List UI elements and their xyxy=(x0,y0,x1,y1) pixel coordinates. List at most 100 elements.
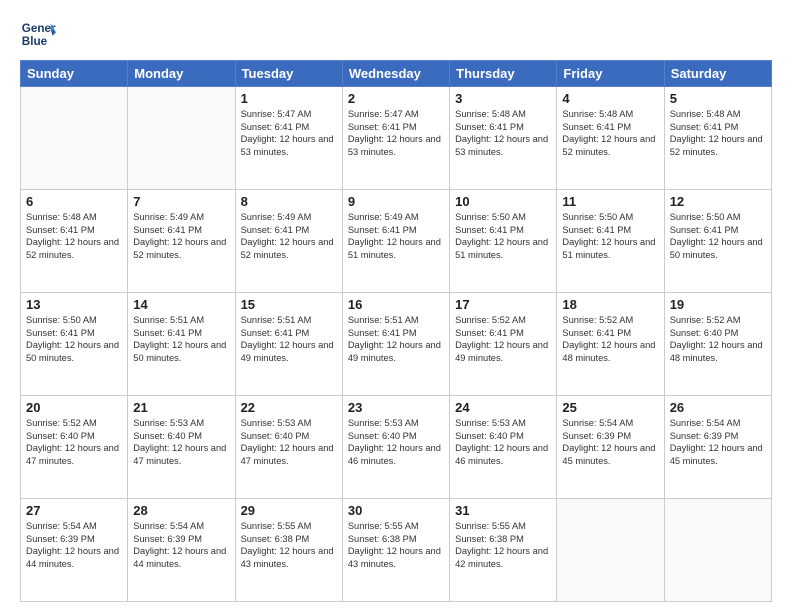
day-info: Sunrise: 5:52 AM Sunset: 6:41 PM Dayligh… xyxy=(455,314,551,364)
calendar-cell: 20Sunrise: 5:52 AM Sunset: 6:40 PM Dayli… xyxy=(21,396,128,499)
day-number: 4 xyxy=(562,91,658,106)
day-info: Sunrise: 5:51 AM Sunset: 6:41 PM Dayligh… xyxy=(241,314,337,364)
day-info: Sunrise: 5:48 AM Sunset: 6:41 PM Dayligh… xyxy=(562,108,658,158)
weekday-header-monday: Monday xyxy=(128,61,235,87)
day-number: 5 xyxy=(670,91,766,106)
calendar-cell xyxy=(128,87,235,190)
day-number: 26 xyxy=(670,400,766,415)
day-info: Sunrise: 5:53 AM Sunset: 6:40 PM Dayligh… xyxy=(241,417,337,467)
day-info: Sunrise: 5:51 AM Sunset: 6:41 PM Dayligh… xyxy=(133,314,229,364)
calendar-cell: 10 Sunrise: 5:50 AM Sunset: 6:41 PM Dayli… xyxy=(450,190,557,293)
calendar-cell: 22 Sunrise: 5:53 AM Sunset: 6:40 PM Dayli… xyxy=(235,396,342,499)
calendar-cell: 7 Sunrise: 5:49 AM Sunset: 6:41 PM Daylig… xyxy=(128,190,235,293)
calendar-cell: 21 Sunrise: 5:53 AM Sunset: 6:40 PM Dayli… xyxy=(128,396,235,499)
day-info: Sunrise: 5:55 AM Sunset: 6:38 PM Dayligh… xyxy=(455,520,551,570)
calendar-cell: 2 Sunrise: 5:47 AM Sunset: 6:41 PM Daylig… xyxy=(342,87,449,190)
day-number: 7 xyxy=(133,194,229,209)
calendar-cell: 27Sunrise: 5:54 AM Sunset: 6:39 PM Dayli… xyxy=(21,499,128,602)
calendar-cell: 1 Sunrise: 5:47 AM Sunset: 6:41 PM Daylig… xyxy=(235,87,342,190)
calendar-cell: 28 Sunrise: 5:54 AM Sunset: 6:39 PM Dayli… xyxy=(128,499,235,602)
day-info: Sunrise: 5:49 AM Sunset: 6:41 PM Dayligh… xyxy=(133,211,229,261)
day-number: 18 xyxy=(562,297,658,312)
day-info: Sunrise: 5:55 AM Sunset: 6:38 PM Dayligh… xyxy=(241,520,337,570)
calendar-cell: 29 Sunrise: 5:55 AM Sunset: 6:38 PM Dayli… xyxy=(235,499,342,602)
day-info: Sunrise: 5:52 AM Sunset: 6:40 PM Dayligh… xyxy=(670,314,766,364)
day-number: 23 xyxy=(348,400,444,415)
calendar-cell: 4 Sunrise: 5:48 AM Sunset: 6:41 PM Daylig… xyxy=(557,87,664,190)
calendar-cell xyxy=(21,87,128,190)
svg-text:Blue: Blue xyxy=(22,35,48,48)
day-number: 1 xyxy=(241,91,337,106)
day-number: 22 xyxy=(241,400,337,415)
day-info: Sunrise: 5:47 AM Sunset: 6:41 PM Dayligh… xyxy=(241,108,337,158)
day-info: Sunrise: 5:53 AM Sunset: 6:40 PM Dayligh… xyxy=(133,417,229,467)
day-info: Sunrise: 5:48 AM Sunset: 6:41 PM Dayligh… xyxy=(455,108,551,158)
day-number: 30 xyxy=(348,503,444,518)
calendar-cell: 14 Sunrise: 5:51 AM Sunset: 6:41 PM Dayli… xyxy=(128,293,235,396)
calendar-cell: 15 Sunrise: 5:51 AM Sunset: 6:41 PM Dayli… xyxy=(235,293,342,396)
day-info: Sunrise: 5:54 AM Sunset: 6:39 PM Dayligh… xyxy=(26,520,122,570)
day-number: 9 xyxy=(348,194,444,209)
day-number: 13 xyxy=(26,297,122,312)
calendar-cell: 25 Sunrise: 5:54 AM Sunset: 6:39 PM Dayli… xyxy=(557,396,664,499)
weekday-header-thursday: Thursday xyxy=(450,61,557,87)
day-info: Sunrise: 5:50 AM Sunset: 6:41 PM Dayligh… xyxy=(562,211,658,261)
calendar-cell: 30 Sunrise: 5:55 AM Sunset: 6:38 PM Dayli… xyxy=(342,499,449,602)
day-info: Sunrise: 5:49 AM Sunset: 6:41 PM Dayligh… xyxy=(348,211,444,261)
day-info: Sunrise: 5:48 AM Sunset: 6:41 PM Dayligh… xyxy=(26,211,122,261)
day-number: 24 xyxy=(455,400,551,415)
weekday-header-tuesday: Tuesday xyxy=(235,61,342,87)
day-info: Sunrise: 5:54 AM Sunset: 6:39 PM Dayligh… xyxy=(670,417,766,467)
weekday-header-wednesday: Wednesday xyxy=(342,61,449,87)
calendar-cell xyxy=(664,499,771,602)
day-number: 19 xyxy=(670,297,766,312)
day-info: Sunrise: 5:55 AM Sunset: 6:38 PM Dayligh… xyxy=(348,520,444,570)
day-info: Sunrise: 5:49 AM Sunset: 6:41 PM Dayligh… xyxy=(241,211,337,261)
day-number: 20 xyxy=(26,400,122,415)
day-info: Sunrise: 5:47 AM Sunset: 6:41 PM Dayligh… xyxy=(348,108,444,158)
day-number: 25 xyxy=(562,400,658,415)
calendar-cell: 17 Sunrise: 5:52 AM Sunset: 6:41 PM Dayli… xyxy=(450,293,557,396)
day-number: 29 xyxy=(241,503,337,518)
day-number: 3 xyxy=(455,91,551,106)
day-number: 14 xyxy=(133,297,229,312)
weekday-header-sunday: Sunday xyxy=(21,61,128,87)
weekday-header-saturday: Saturday xyxy=(664,61,771,87)
day-info: Sunrise: 5:52 AM Sunset: 6:41 PM Dayligh… xyxy=(562,314,658,364)
day-info: Sunrise: 5:48 AM Sunset: 6:41 PM Dayligh… xyxy=(670,108,766,158)
day-number: 2 xyxy=(348,91,444,106)
week-row-2: 6 Sunrise: 5:48 AM Sunset: 6:41 PM Daylig… xyxy=(21,190,772,293)
day-info: Sunrise: 5:53 AM Sunset: 6:40 PM Dayligh… xyxy=(455,417,551,467)
calendar-cell: 31Sunrise: 5:55 AM Sunset: 6:38 PM Dayli… xyxy=(450,499,557,602)
calendar-cell: 19 Sunrise: 5:52 AM Sunset: 6:40 PM Dayli… xyxy=(664,293,771,396)
day-number: 17 xyxy=(455,297,551,312)
day-info: Sunrise: 5:51 AM Sunset: 6:41 PM Dayligh… xyxy=(348,314,444,364)
weekday-header-friday: Friday xyxy=(557,61,664,87)
calendar-cell: 9 Sunrise: 5:49 AM Sunset: 6:41 PM Daylig… xyxy=(342,190,449,293)
day-number: 28 xyxy=(133,503,229,518)
calendar-cell: 12Sunrise: 5:50 AM Sunset: 6:41 PM Dayli… xyxy=(664,190,771,293)
day-number: 16 xyxy=(348,297,444,312)
day-number: 6 xyxy=(26,194,122,209)
day-number: 10 xyxy=(455,194,551,209)
weekday-header-row: SundayMondayTuesdayWednesdayThursdayFrid… xyxy=(21,61,772,87)
calendar-cell xyxy=(557,499,664,602)
calendar-cell: 16 Sunrise: 5:51 AM Sunset: 6:41 PM Dayli… xyxy=(342,293,449,396)
calendar-cell: 24 Sunrise: 5:53 AM Sunset: 6:40 PM Dayli… xyxy=(450,396,557,499)
day-number: 11 xyxy=(562,194,658,209)
day-info: Sunrise: 5:54 AM Sunset: 6:39 PM Dayligh… xyxy=(562,417,658,467)
calendar: SundayMondayTuesdayWednesdayThursdayFrid… xyxy=(20,60,772,602)
week-row-3: 13 Sunrise: 5:50 AM Sunset: 6:41 PM Dayli… xyxy=(21,293,772,396)
day-info: Sunrise: 5:50 AM Sunset: 6:41 PM Dayligh… xyxy=(26,314,122,364)
day-info: Sunrise: 5:53 AM Sunset: 6:40 PM Dayligh… xyxy=(348,417,444,467)
week-row-1: 1 Sunrise: 5:47 AM Sunset: 6:41 PM Daylig… xyxy=(21,87,772,190)
day-number: 15 xyxy=(241,297,337,312)
calendar-cell: 11 Sunrise: 5:50 AM Sunset: 6:41 PM Dayli… xyxy=(557,190,664,293)
day-info: Sunrise: 5:50 AM Sunset: 6:41 PM Dayligh… xyxy=(455,211,551,261)
logo: General Blue xyxy=(20,16,56,52)
day-info: Sunrise: 5:54 AM Sunset: 6:39 PM Dayligh… xyxy=(133,520,229,570)
day-number: 21 xyxy=(133,400,229,415)
day-number: 8 xyxy=(241,194,337,209)
calendar-cell: 3 Sunrise: 5:48 AM Sunset: 6:41 PM Daylig… xyxy=(450,87,557,190)
generalblue-logo-icon: General Blue xyxy=(20,16,56,52)
